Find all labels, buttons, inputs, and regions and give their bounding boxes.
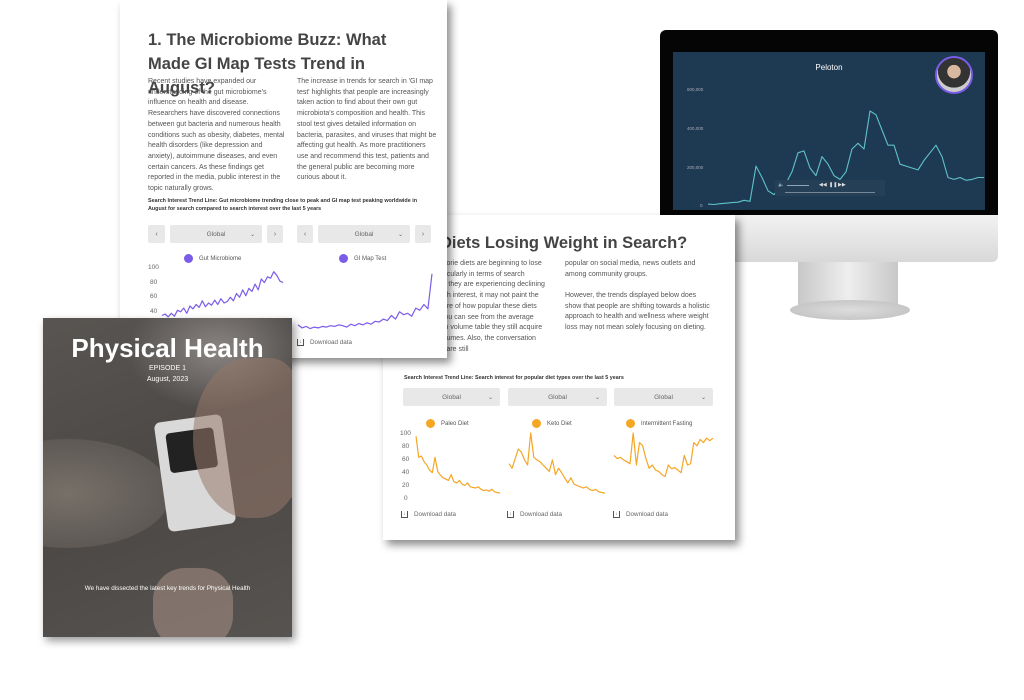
region-select-gut[interactable]: Global ⌄ <box>170 225 262 243</box>
volume-icon[interactable]: 🔈 <box>778 182 784 188</box>
legend-label: Paleo Diet <box>441 420 469 427</box>
y-tick: 40 <box>402 469 410 476</box>
chevron-down-icon: ⌄ <box>397 231 403 238</box>
volume-slider[interactable] <box>787 185 809 186</box>
y-tick: 80 <box>402 443 410 450</box>
download-data-paleo[interactable]: ↓ Download data <box>401 511 456 518</box>
download-label: Download data <box>310 339 353 346</box>
y-tick: 60 <box>150 293 158 300</box>
y-tick: 40 <box>150 308 158 315</box>
chevron-down-icon: ⌄ <box>700 394 706 401</box>
y-tick: 400,000 <box>687 126 704 131</box>
avatar <box>935 56 973 94</box>
gi-series-line <box>297 273 433 330</box>
y-tick: 60 <box>402 456 410 463</box>
download-data-if[interactable]: ↓ Download data <box>613 511 668 518</box>
chart-caption: Search Interest Trend Line: Gut microbio… <box>148 198 417 212</box>
download-icon: ↓ <box>401 511 408 518</box>
region-select-keto[interactable]: Global ⌄ <box>508 388 607 406</box>
fingers-image <box>153 568 233 637</box>
video-screen[interactable]: Peloton 600,000 400,000 200,000 0 🔈 ◀◀ ❚… <box>673 52 985 210</box>
paleo-chart <box>415 436 501 494</box>
download-label: Download data <box>414 511 457 518</box>
pause-icon[interactable]: ❚❚ <box>829 182 837 188</box>
select-value: Global <box>654 393 673 401</box>
monitor-base <box>790 300 910 320</box>
text-line: ture of how popular these diets <box>441 302 537 310</box>
download-icon: ↓ <box>613 511 620 518</box>
microbiome-report-page: 1. The Microbiome Buzz: What Made GI Map… <box>120 0 447 358</box>
text-line: rticularly in terms of search <box>441 270 525 278</box>
cover-tagline: We have dissected the latest key trends … <box>84 585 251 592</box>
gi-map-chart <box>297 273 433 330</box>
download-data-gi[interactable]: ↓ Download data <box>297 339 352 346</box>
seek-bar[interactable] <box>785 192 875 193</box>
y-tick: 80 <box>150 279 158 286</box>
keto-series-line <box>508 432 606 494</box>
select-value: Global <box>442 393 461 401</box>
gut-series-line <box>161 271 284 318</box>
download-data-keto[interactable]: ↓ Download data <box>507 511 562 518</box>
if-chart <box>613 432 714 478</box>
y-tick: 200,000 <box>687 165 704 170</box>
text-line: olumes. Also, the conversation <box>441 334 536 342</box>
prev-button[interactable]: ‹ <box>297 225 313 243</box>
text-line: s are still <box>441 345 469 353</box>
episode-cover: Physical Health EPISODE 1 August, 2023 W… <box>43 318 292 637</box>
y-tick: 100 <box>148 264 159 271</box>
paragraph-right: The increase in trends for search in 'GI… <box>297 78 437 182</box>
next-button[interactable]: › <box>415 225 431 243</box>
legend-label: Intermittent Fasting <box>641 420 693 427</box>
chevron-down-icon: ⌄ <box>249 231 255 238</box>
text-line: you can see from the average <box>441 313 534 321</box>
y-tick: 0 <box>700 203 703 208</box>
text-line: alorie diets are beginning to lose <box>441 260 542 267</box>
paragraph-right-2: However, the trends displayed below does… <box>565 292 710 332</box>
section-title: Diets Losing Weight in Search? <box>440 234 688 252</box>
paragraph-left: Recent studies have expanded our underst… <box>148 78 285 193</box>
paragraph-right-1: popular on social media, news outlets an… <box>565 260 696 278</box>
cover-title: Physical Health <box>71 333 264 363</box>
paleo-series-line <box>415 436 501 494</box>
keto-chart <box>508 432 606 494</box>
next-button[interactable]: › <box>267 225 283 243</box>
text-line: rch interest, it may not paint the <box>441 292 539 300</box>
monitor-frame: Peloton 600,000 400,000 200,000 0 🔈 ◀◀ ❚… <box>660 30 998 215</box>
region-select-gi[interactable]: Global ⌄ <box>318 225 410 243</box>
region-select-if[interactable]: Global ⌄ <box>614 388 713 406</box>
if-series-line <box>613 432 714 478</box>
y-tick: 600,000 <box>687 87 704 92</box>
y-tick: 0 <box>404 495 408 502</box>
chart-caption: Search Interest Trend Line: Search inter… <box>404 375 624 381</box>
legend-label: Keto Diet <box>547 420 572 427</box>
rewind-icon[interactable]: ◀◀ <box>819 182 827 188</box>
select-value: Global <box>548 393 567 401</box>
region-select-paleo[interactable]: Global ⌄ <box>403 388 500 406</box>
chevron-down-icon: ⌄ <box>594 394 600 401</box>
download-label: Download data <box>626 511 669 518</box>
paragraph-left: alorie diets are beginning to lose rticu… <box>441 259 561 355</box>
video-controls[interactable]: 🔈 ◀◀ ❚❚ ▶▶ <box>775 180 885 196</box>
select-value: Global <box>206 230 226 238</box>
chevron-down-icon: ⌄ <box>487 394 493 401</box>
y-tick: 20 <box>402 482 410 489</box>
text-line: ch volume table they still acquire <box>441 324 543 332</box>
prev-button[interactable]: ‹ <box>148 225 165 243</box>
download-label: Download data <box>520 511 563 518</box>
episode-date: August, 2023 <box>146 376 189 383</box>
y-tick: 100 <box>400 430 411 437</box>
forward-icon[interactable]: ▶▶ <box>838 182 846 188</box>
text-line: st they are experiencing declining <box>441 281 545 289</box>
episode-label: EPISODE 1 <box>149 365 186 372</box>
download-icon: ↓ <box>297 339 304 346</box>
select-value: Global <box>354 230 374 238</box>
download-icon: ↓ <box>507 511 514 518</box>
